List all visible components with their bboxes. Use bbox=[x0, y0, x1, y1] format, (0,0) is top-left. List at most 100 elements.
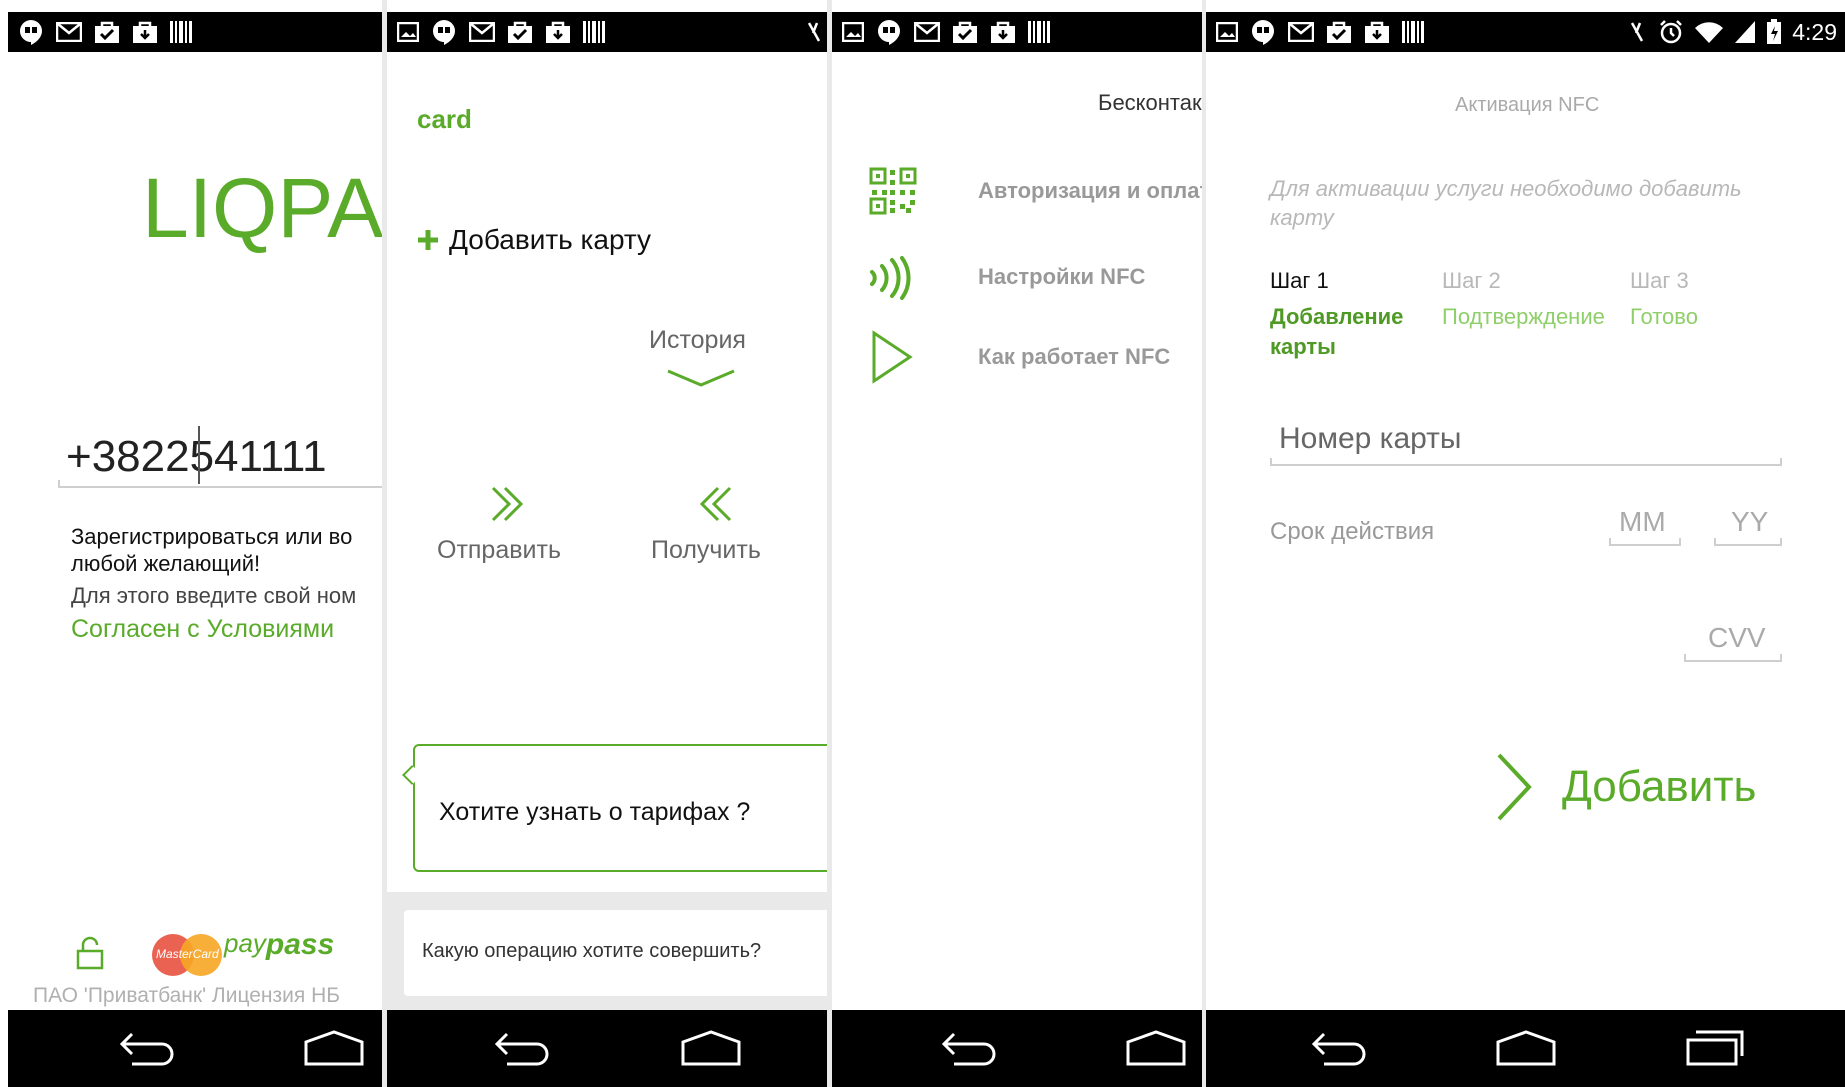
expiry-month-underline bbox=[1609, 538, 1681, 546]
hangouts-icon bbox=[433, 20, 455, 45]
register-text-line2: любой желающий! bbox=[71, 551, 261, 576]
status-bar bbox=[387, 12, 827, 52]
home-icon[interactable] bbox=[679, 1030, 743, 1066]
shopping-bag-check-icon bbox=[1327, 21, 1351, 43]
gmail-icon bbox=[1288, 22, 1314, 42]
menu-item-label: Настройки NFC bbox=[978, 264, 1146, 289]
add-card-label: Добавить карту bbox=[449, 224, 652, 255]
operation-panel: Какую операцию хотите совершить? bbox=[387, 892, 827, 1010]
send-label: Отправить bbox=[437, 536, 561, 564]
mastercard-label: MasterCard bbox=[156, 947, 219, 961]
add-card-button[interactable]: Добавить карту bbox=[417, 224, 651, 256]
add-card-submit-label: Добавить bbox=[1562, 762, 1757, 811]
terms-link[interactable]: Согласен с Условиями bbox=[71, 615, 334, 644]
nav-bar bbox=[387, 1010, 827, 1087]
screen-contactless: Бесконтак Авторизация и оплата Настройки… bbox=[832, 0, 1202, 1087]
status-bar: 4:29 bbox=[1206, 12, 1845, 52]
back-icon[interactable] bbox=[1310, 1030, 1370, 1066]
play-icon bbox=[872, 330, 913, 384]
gmail-icon bbox=[469, 22, 495, 42]
register-text-line1: Зарегистрироваться или во bbox=[71, 524, 353, 549]
hangouts-icon bbox=[20, 20, 42, 45]
screen-title: Активация NFC bbox=[1455, 94, 1600, 116]
screen-title: card bbox=[417, 104, 472, 134]
step-1: Шаг 1 Добавление карты bbox=[1270, 268, 1420, 362]
signal-icon bbox=[1735, 21, 1756, 43]
home-icon[interactable] bbox=[302, 1030, 366, 1066]
app-logo: LIQPA bbox=[142, 161, 382, 255]
battery-icon bbox=[1767, 19, 1782, 44]
screen-wallet: card Добавить карту История Отправить По… bbox=[387, 0, 827, 1087]
back-icon[interactable] bbox=[940, 1030, 1000, 1066]
expiry-label: Срок действия bbox=[1270, 518, 1435, 545]
phone-input-underline bbox=[58, 480, 382, 488]
barcode-icon bbox=[1402, 21, 1424, 43]
operation-prompt-label: Какую операцию хотите совершить? bbox=[422, 940, 762, 962]
paypass-label-pay: pay bbox=[224, 928, 266, 958]
history-label: История bbox=[649, 326, 746, 354]
shopping-bag-icon bbox=[1365, 21, 1389, 43]
chevron-down-icon bbox=[667, 369, 735, 387]
wifi-icon bbox=[1695, 22, 1724, 43]
barcode-icon bbox=[1028, 21, 1050, 43]
shopping-bag-check-icon bbox=[95, 21, 119, 43]
menu-item-how-nfc-works[interactable]: Как работает NFC bbox=[868, 330, 1198, 386]
barcode-icon bbox=[583, 21, 605, 43]
shopping-bag-check-icon bbox=[953, 21, 977, 43]
shopping-bag-check-icon bbox=[508, 21, 532, 43]
activation-hint: Для активации услуги необходимо добавить… bbox=[1270, 176, 1742, 230]
phone-input[interactable]: +3822541111 bbox=[66, 432, 327, 482]
expiry-year-underline bbox=[1714, 538, 1782, 546]
footer-license: ПАО 'Приватбанк' Лицензия НБ bbox=[33, 984, 341, 1007]
step-label: Подтверждение bbox=[1442, 304, 1605, 329]
expiry-year-input[interactable]: YY bbox=[1731, 506, 1768, 538]
cvv-input[interactable]: CVV bbox=[1708, 622, 1766, 654]
recent-apps-icon[interactable] bbox=[1686, 1028, 1746, 1066]
shopping-bag-icon bbox=[991, 21, 1015, 43]
nav-bar bbox=[832, 1010, 1202, 1087]
menu-item-label: Авторизация и оплата bbox=[978, 178, 1202, 203]
paypass-label-pass: pass bbox=[265, 928, 335, 961]
nav-bar bbox=[1206, 1010, 1845, 1087]
step-number: Шаг 3 bbox=[1630, 268, 1689, 293]
back-icon[interactable] bbox=[118, 1030, 178, 1066]
phone-input-cursor bbox=[198, 426, 200, 484]
nav-bar bbox=[8, 1010, 382, 1087]
home-icon[interactable] bbox=[1494, 1030, 1558, 1066]
status-bar bbox=[832, 12, 1202, 52]
double-chevron-right-icon bbox=[491, 486, 524, 522]
screen-login: LIQPA +3822541111 Зарегистрироваться или… bbox=[8, 0, 382, 1087]
register-text-line3: Для этого введите свой ном bbox=[71, 583, 357, 608]
expiry-month-input[interactable]: MM bbox=[1619, 506, 1666, 538]
mastercard-logo: MasterCard bbox=[152, 934, 222, 976]
tariffs-bubble[interactable]: Хотите узнать о тарифах ? bbox=[413, 744, 827, 872]
step-2: Шаг 2 Подтверждение bbox=[1442, 268, 1605, 332]
menu-item-nfc-settings[interactable]: Настройки NFC bbox=[868, 256, 1198, 306]
card-number-underline bbox=[1270, 458, 1782, 466]
barcode-icon bbox=[170, 21, 192, 43]
operation-prompt-bubble[interactable]: Какую операцию хотите совершить? bbox=[404, 910, 827, 996]
tariffs-label: Хотите узнать о тарифах ? bbox=[439, 798, 751, 826]
add-card-submit-button[interactable]: Добавить bbox=[1494, 752, 1784, 824]
nfc-icon bbox=[870, 256, 911, 300]
status-bar bbox=[8, 12, 382, 52]
receive-button[interactable]: Получить bbox=[651, 484, 791, 564]
menu-item-authorization[interactable]: Авторизация и оплата bbox=[868, 166, 1202, 218]
history-toggle[interactable]: История bbox=[649, 326, 773, 388]
home-icon[interactable] bbox=[1124, 1030, 1188, 1066]
screen-nfc-activation: 4:29 Активация NFC Для активации услуги … bbox=[1206, 0, 1845, 1087]
card-number-input[interactable]: Номер карты bbox=[1279, 422, 1461, 456]
paypass-label: paypass bbox=[224, 928, 334, 962]
shopping-bag-icon bbox=[133, 21, 157, 43]
step-label: Добавление карты bbox=[1270, 304, 1404, 359]
menu-item-label: Как работает NFC bbox=[978, 344, 1171, 369]
plus-icon bbox=[418, 230, 438, 250]
step-3: Шаг 3 Готово bbox=[1630, 268, 1698, 332]
send-button[interactable]: Отправить bbox=[437, 484, 587, 564]
hangouts-icon bbox=[1252, 20, 1274, 45]
image-icon bbox=[842, 22, 864, 42]
status-bar-right: 4:29 bbox=[1626, 12, 1837, 52]
back-icon[interactable] bbox=[493, 1030, 553, 1066]
mute-icon bbox=[807, 22, 821, 42]
lock-icon bbox=[76, 936, 104, 970]
